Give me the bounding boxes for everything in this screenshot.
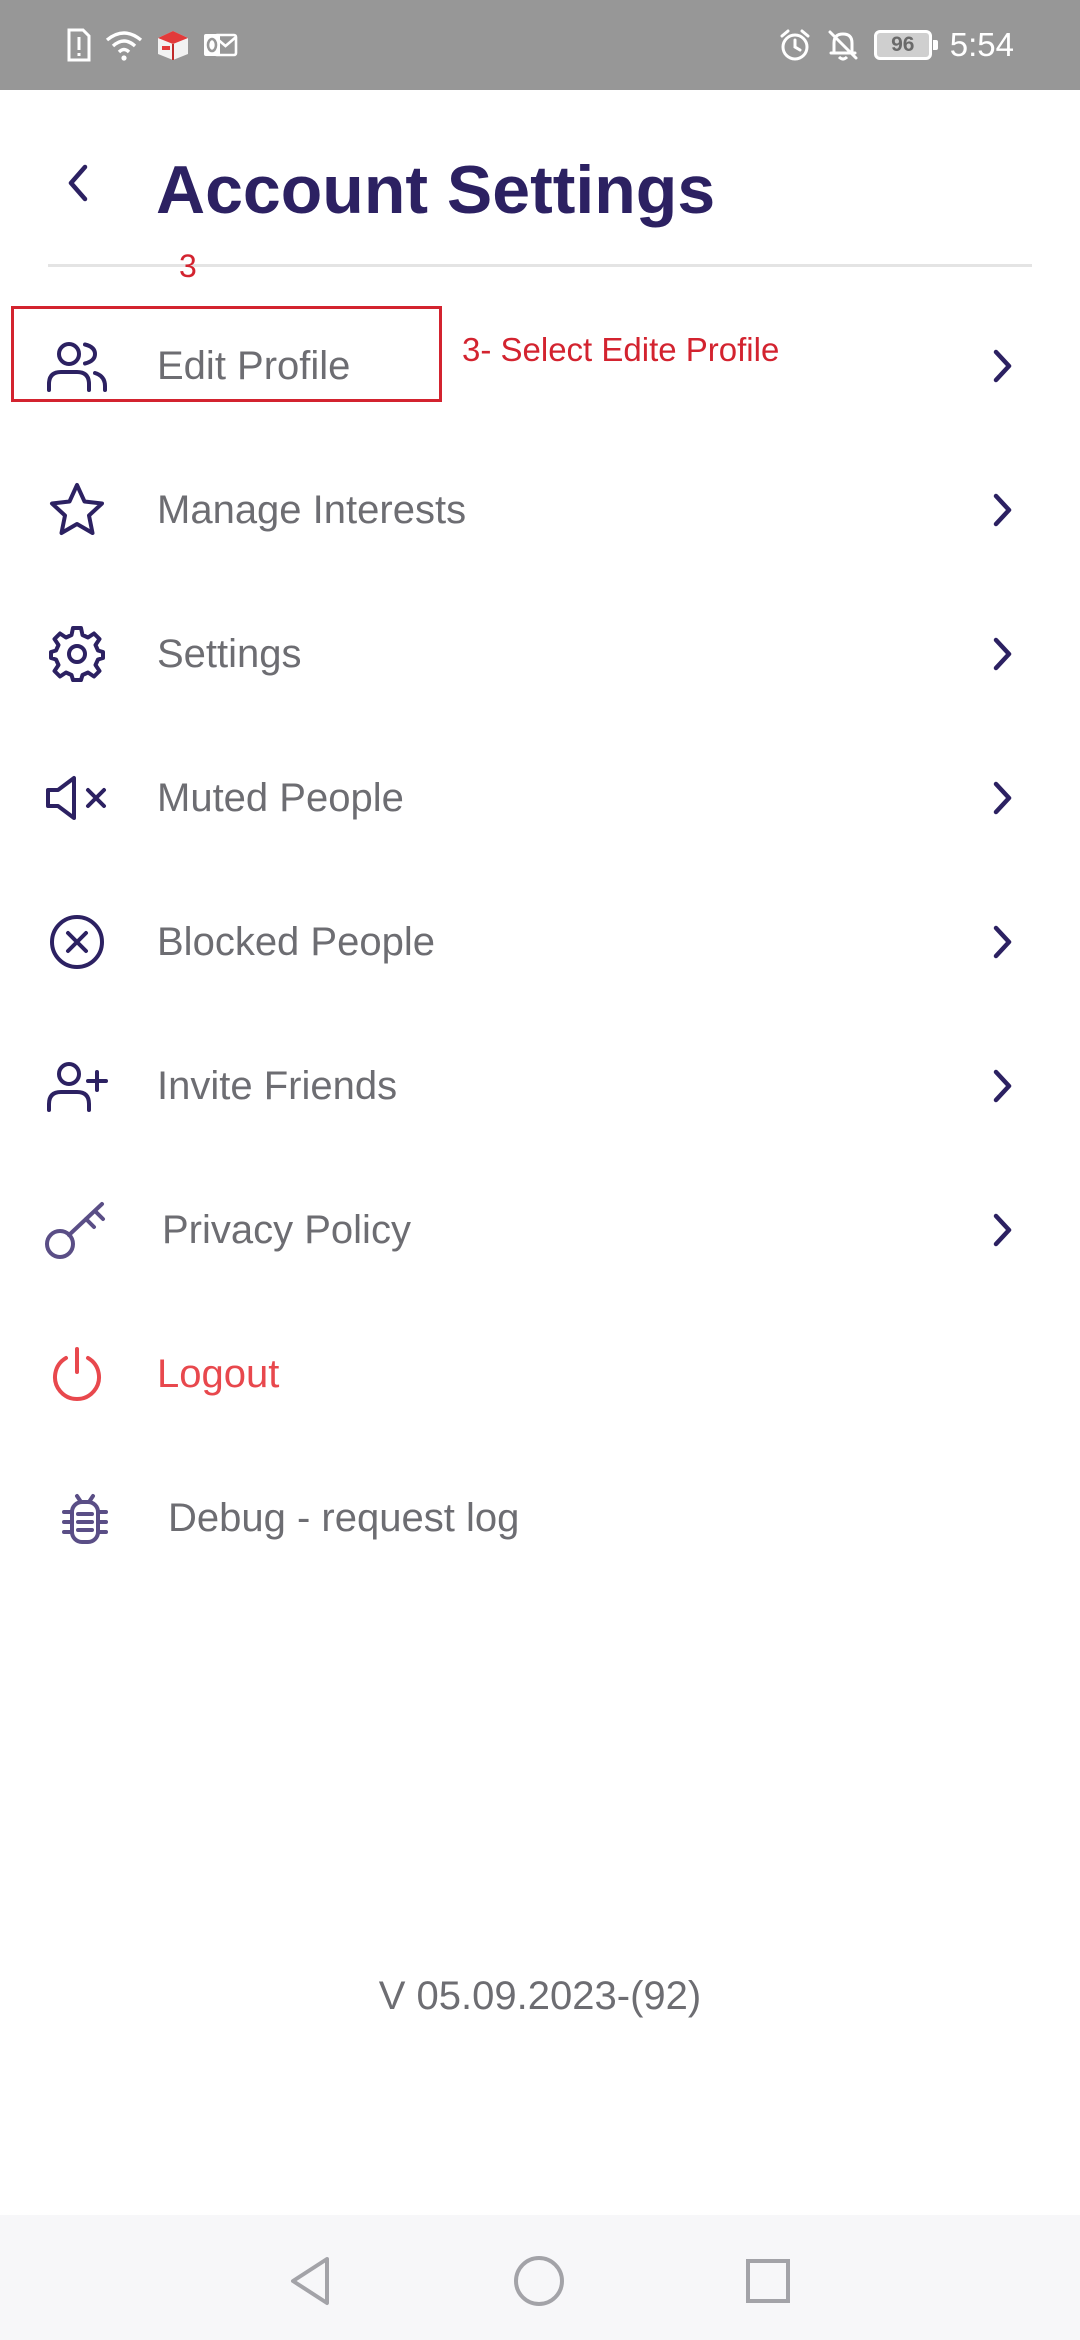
menu-item-label: Blocked People [157,920,435,964]
menu-item-blocked-people[interactable]: Blocked People [0,872,1080,1012]
chevron-right-icon [984,490,1020,530]
gear-icon [42,624,112,684]
user-plus-icon [42,1056,112,1116]
menu-item-privacy-policy[interactable]: Privacy Policy [0,1160,1080,1300]
chevron-right-icon [984,346,1020,386]
menu-item-invite-friends[interactable]: Invite Friends [0,1016,1080,1156]
key-icon [42,1200,112,1260]
status-time: 5:54 [949,26,1014,63]
sim-alert-icon [66,28,92,62]
chevron-right-icon [984,922,1020,962]
menu-item-label: Manage Interests [157,488,467,532]
menu-item-muted-people[interactable]: Muted People [0,728,1080,868]
menu-item-label: Debug - request log [168,1496,520,1540]
chevron-right-icon [984,634,1020,674]
bug-icon [50,1488,120,1548]
menu-item-manage-interests[interactable]: Manage Interests [0,440,1080,580]
power-icon [42,1344,112,1404]
wifi-icon [104,28,144,62]
chevron-right-icon [984,778,1020,818]
battery-level: 96 [891,33,915,56]
status-left-icons [66,24,238,66]
circle-x-icon [42,912,112,972]
battery-indicator: 96 [873,30,938,60]
star-icon [42,480,112,540]
nav-recents-button[interactable] [738,2251,798,2311]
alarm-icon [778,28,812,62]
annotation-step-number: 3 [179,248,197,284]
app-notification-icon [156,28,190,62]
chevron-right-icon [984,1066,1020,1106]
status-bar: 96 5:54 [0,0,1080,90]
back-button[interactable] [50,155,106,211]
menu-item-debug-request-log[interactable]: Debug - request log [0,1448,1080,1588]
mute-icon [826,28,860,62]
home-circle-icon [514,2256,564,2306]
speaker-mute-icon [42,768,112,828]
menu-item-label: Invite Friends [157,1064,398,1108]
annotation-highlight-box [11,306,442,402]
menu-item-logout[interactable]: Logout [0,1304,1080,1444]
nav-back-button[interactable] [280,2251,340,2311]
chevron-right-icon [984,1210,1020,1250]
chevron-left-icon [68,164,88,202]
status-right-icons: 96 5:54 [778,22,1014,68]
menu-item-label: Logout [157,1352,280,1396]
menu-item-label: Muted People [157,776,404,820]
menu-item-label: Settings [157,632,302,676]
outlook-icon [202,28,238,62]
page-title: Account Settings [156,152,716,228]
back-triangle-icon [291,2257,329,2305]
recents-square-icon [746,2259,790,2303]
app-version: V 05.09.2023-(92) [378,1974,702,2018]
system-nav-bar [0,2215,1080,2340]
menu-item-label: Privacy Policy [162,1208,411,1252]
menu-item-settings[interactable]: Settings [0,584,1080,724]
nav-home-button[interactable] [509,2251,569,2311]
annotation-note: 3- Select Edite Profile [462,331,780,368]
